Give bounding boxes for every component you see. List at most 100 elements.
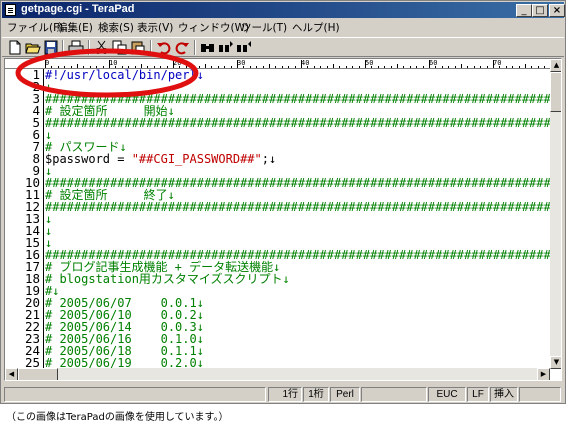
ruler-tick [256, 66, 258, 68]
ruler-tick [371, 66, 373, 68]
ruler-tick [64, 66, 66, 68]
find-icon[interactable] [200, 40, 216, 55]
code-string: "##CGI_PASSWORD##" [131, 152, 262, 166]
ruler-tick [134, 66, 136, 68]
find-next-icon[interactable] [218, 40, 234, 55]
ruler-tick [358, 66, 360, 68]
code-terminator: ;↓ [261, 152, 277, 166]
gutter-divider [43, 69, 44, 380]
editor-pane[interactable]: 0 10 20 30 40 50 60 70 1 2 3 4 5 6 7 8 9 10 11 12 13… [4, 58, 562, 381]
ruler-tick [416, 66, 418, 68]
ruler-tick [499, 66, 501, 68]
ruler-tick [89, 66, 91, 68]
ruler-tick [377, 66, 379, 68]
ruler-tick [294, 66, 296, 68]
ruler-tick [115, 66, 117, 68]
ruler-tick [384, 66, 386, 68]
ruler-tick [211, 66, 213, 68]
ruler-tick [505, 66, 507, 68]
status-encoding: EUC [428, 387, 466, 402]
app-icon[interactable] [5, 4, 16, 16]
menu-view[interactable]: 表示(V) [137, 20, 173, 35]
save-icon[interactable] [43, 40, 59, 55]
ruler-tick [141, 64, 142, 68]
menu-bar: ファイル(F) 編集(E) 検索(S) 表示(V) ウィンドウ(W) ツール(T… [2, 18, 564, 36]
ruler-tick [205, 64, 206, 68]
window-title: getpage.cgi - TeraPad [21, 3, 135, 15]
text-area[interactable]: #!/usr/local/bin/perl↓ ↓ ###############… [45, 69, 550, 380]
ruler-tick [77, 64, 78, 68]
print-icon[interactable] [68, 40, 84, 55]
menu-edit[interactable]: 編集(E) [57, 20, 93, 35]
ruler-tick [493, 60, 494, 68]
cut-icon[interactable] [94, 40, 110, 55]
ruler-tick [128, 66, 130, 68]
image-caption: （この画像はTeraPadの画像を使用しています。） [6, 412, 229, 423]
terapad-window: getpage.cgi - TeraPad _ □ × ファイル(F) 編集(E… [0, 0, 566, 404]
ruler-tick [198, 66, 200, 68]
maximize-button[interactable]: □ [532, 4, 548, 17]
undo-icon[interactable] [156, 40, 172, 55]
ruler-tick [435, 66, 437, 68]
ruler-tick [109, 60, 110, 68]
menu-file[interactable]: ファイル(F) [7, 20, 63, 35]
code-line: ########################################… [45, 200, 550, 214]
ruler-tick [45, 60, 46, 68]
scroll-left-icon[interactable]: ◀ [5, 368, 18, 380]
ruler-tick [409, 66, 411, 68]
redo-icon[interactable] [174, 40, 190, 55]
toolbar-separator [88, 40, 90, 55]
ruler-tick [403, 66, 405, 68]
scroll-up-icon[interactable]: ▲ [550, 59, 561, 72]
status-insert-mode: 挿入 [490, 387, 518, 402]
code-line: # blogstation用カスタマイズスクリプト↓ [45, 272, 290, 286]
close-button[interactable]: × [549, 4, 565, 17]
status-message [4, 387, 266, 402]
code-line-password: $password = "##CGI_PASSWORD##";↓ [45, 153, 276, 165]
vertical-scroll-thumb[interactable] [550, 72, 561, 112]
paste-icon[interactable] [130, 40, 146, 55]
ruler-tick [192, 66, 194, 68]
title-bar[interactable]: getpage.cgi - TeraPad _ □ × [2, 2, 565, 18]
column-ruler: 0 10 20 30 40 50 60 70 [5, 59, 550, 69]
code-line: #!/usr/local/bin/perl↓ [45, 69, 204, 82]
ruler-tick [429, 60, 430, 68]
find-prev-icon[interactable] [236, 40, 252, 55]
menu-tools[interactable]: ツール(T) [241, 20, 287, 35]
ruler-tick [313, 66, 315, 68]
ruler-tick [102, 66, 104, 68]
ruler-tick [518, 66, 520, 68]
ruler-tick [160, 66, 162, 68]
toolbar-separator [150, 40, 152, 55]
horizontal-scroll-thumb[interactable] [18, 368, 58, 380]
ruler-tick [51, 66, 53, 68]
ruler-tick [179, 66, 181, 68]
ruler-tick [224, 66, 226, 68]
copy-icon[interactable] [112, 40, 128, 55]
toolbar-separator [62, 40, 64, 55]
ruler-tick [422, 66, 424, 68]
menu-window[interactable]: ウィンドウ(W) [178, 20, 249, 35]
scroll-down-icon[interactable]: ▼ [550, 356, 561, 369]
menu-help[interactable]: ヘルプ(H) [292, 20, 340, 35]
ruler-tick [147, 66, 149, 68]
ruler-tick [121, 66, 123, 68]
menu-search[interactable]: 検索(S) [98, 20, 134, 35]
open-folder-icon[interactable] [25, 40, 41, 55]
scroll-right-icon[interactable]: ▶ [537, 368, 550, 380]
ruler-tick [249, 66, 251, 68]
vertical-scrollbar[interactable]: ▲ ▼ [550, 59, 561, 369]
new-file-icon[interactable] [7, 40, 23, 55]
ruler-tick [480, 66, 482, 68]
ruler-tick [230, 66, 232, 68]
ruler-tick [262, 66, 264, 68]
ruler-tick [339, 66, 341, 68]
horizontal-scrollbar[interactable]: ◀ ▶ [5, 368, 550, 380]
minimize-button[interactable]: _ [516, 4, 532, 17]
ruler-tick [467, 66, 469, 68]
ruler-tick [473, 66, 475, 68]
ruler-tick [454, 66, 456, 68]
ruler-tick [345, 66, 347, 68]
ruler-tick [269, 64, 270, 68]
status-bar: 1行 1桁 Perl EUC LF 挿入 [2, 386, 564, 403]
